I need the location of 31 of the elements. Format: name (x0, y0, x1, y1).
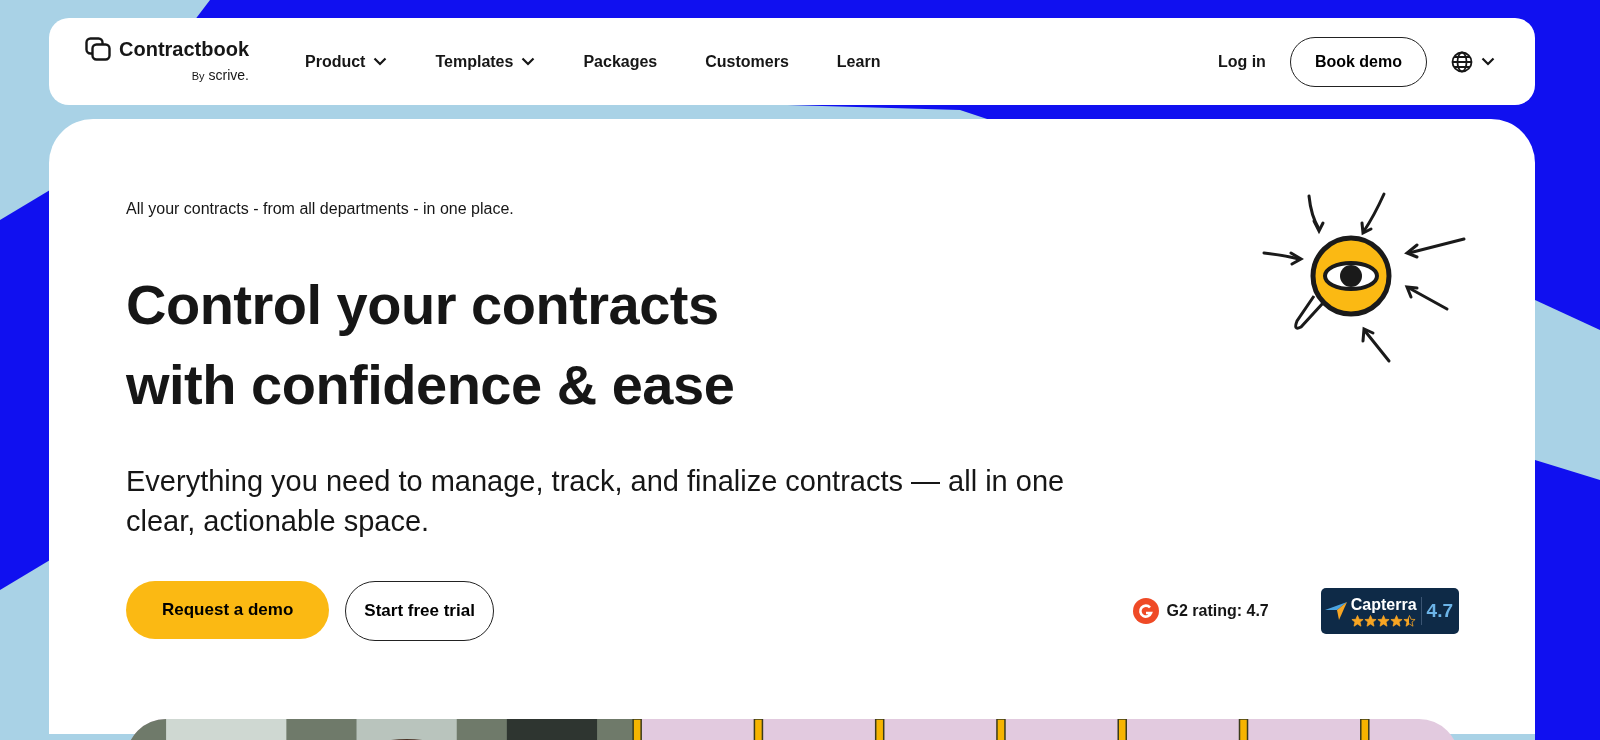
book-demo-button[interactable]: Book demo (1289, 36, 1427, 87)
star-icon (1390, 614, 1404, 627)
g2-logo-icon (1132, 598, 1159, 624)
star-icon (1364, 614, 1378, 627)
chevron-down-icon (373, 57, 388, 66)
hero-heading: Control your contracts with confidence & ease (126, 272, 736, 418)
nav-link[interactable]: Templates (435, 49, 536, 74)
chevron-down-icon (521, 57, 536, 66)
request-demo-button[interactable]: Request a demo (126, 581, 330, 639)
hero-description: Everything you need to manage, track, and finalize contracts — all in one clear, actionable space. (126, 464, 1066, 539)
tagline: All your contracts - from all departments - in one place. (126, 199, 515, 219)
language-selector[interactable] (1451, 50, 1495, 73)
capterra-score: 4.7 (1420, 596, 1453, 626)
g2-rating: G2 rating: 4.7 (1166, 601, 1269, 621)
star-icon (1351, 614, 1365, 627)
brand-name[interactable]: Contractbook (119, 39, 249, 59)
capterra-logo-icon (1324, 602, 1347, 620)
byline-name: scrive. (208, 66, 249, 85)
star-icon (1403, 614, 1417, 627)
nav-link[interactable]: Customers (705, 49, 789, 74)
globe-icon (1451, 50, 1473, 73)
login-link[interactable]: Log in (1217, 49, 1266, 74)
byline-prefix: By (191, 71, 205, 82)
nav-link[interactable]: Learn (836, 49, 881, 74)
free-trial-button[interactable]: Start free trial (345, 581, 494, 641)
chevron-down-icon (1481, 57, 1495, 66)
capterra-name: Capterra (1350, 595, 1417, 614)
logo-icon (85, 37, 111, 61)
nav-link[interactable]: Product (305, 49, 388, 74)
nav-link[interactable]: Packages (583, 49, 658, 74)
star-icon (1377, 614, 1391, 627)
